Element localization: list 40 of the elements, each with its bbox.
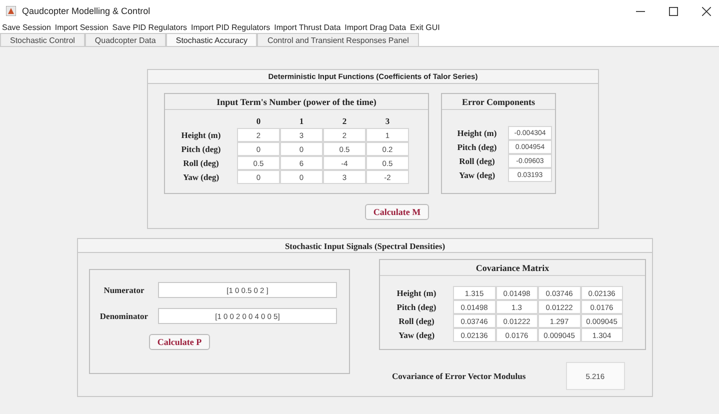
tab[interactable]: Stochastic Accuracy	[166, 33, 258, 46]
field-label: Numerator	[102, 285, 146, 295]
row-label: Pitch (deg)	[396, 301, 438, 314]
column-header: 1	[298, 115, 305, 128]
tab[interactable]: Quadcopter Data	[84, 33, 166, 46]
menu-item[interactable]: Import Session	[54, 23, 108, 32]
row-label: Yaw (deg)	[458, 169, 496, 182]
calculate-button[interactable]: Calculate M	[365, 204, 429, 220]
column-header: 0	[255, 115, 262, 128]
row-label: Roll (deg)	[182, 157, 220, 170]
panel-title: Stochastic Input Signals (Spectral Densities)	[284, 240, 446, 250]
menu-item[interactable]: Import Drag Data	[344, 23, 406, 32]
row-label: Yaw (deg)	[182, 171, 220, 184]
box-title: Error Components	[462, 96, 535, 106]
box-title: Covariance Matrix	[476, 262, 550, 272]
menu-item[interactable]: Save Session	[2, 23, 51, 32]
row-label: Pitch (deg)	[180, 143, 222, 156]
tab[interactable]: Stochastic Control	[0, 33, 85, 46]
row-label: Roll (deg)	[458, 155, 496, 168]
row-label: Height (m)	[396, 287, 438, 300]
menu-item[interactable]: Exit GUI	[410, 23, 440, 32]
row-label: Roll (deg)	[398, 315, 436, 328]
tab[interactable]: Control and Transient Responses Panel	[257, 33, 419, 46]
menu-item[interactable]: Import Thrust Data	[274, 23, 341, 32]
menu-item[interactable]: Import PID Regulators	[190, 23, 270, 32]
menu-item[interactable]: Save PID Regulators	[112, 23, 187, 32]
row-label: Height (m)	[456, 127, 498, 140]
maximize-icon[interactable]	[669, 6, 678, 16]
box-title: Input Term's Number (power of the time)	[216, 96, 376, 106]
row-label: Pitch (deg)	[456, 141, 498, 154]
calculate-button[interactable]: Calculate P	[149, 334, 210, 350]
window-title: Qaudcopter Modelling & Control	[22, 6, 150, 16]
modulus-label: Covariance of Error Vector Modulus	[392, 370, 526, 383]
close-icon[interactable]	[702, 6, 711, 16]
column-header: 2	[341, 115, 348, 128]
app-icon	[6, 6, 16, 16]
column-header: 3	[384, 115, 391, 128]
field-label: Denominator	[98, 311, 150, 321]
row-label: Yaw (deg)	[397, 329, 436, 342]
row-label: Height (m)	[180, 129, 222, 142]
